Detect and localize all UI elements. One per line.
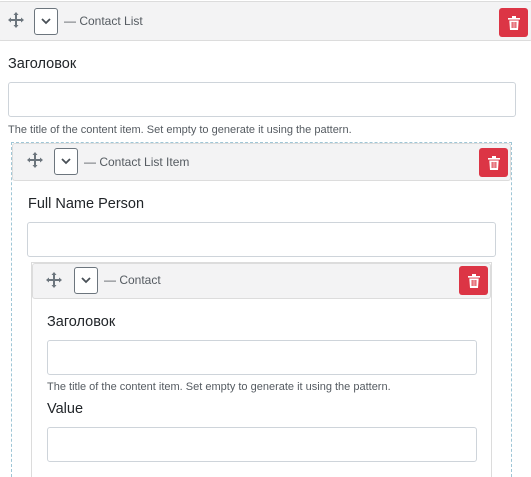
title-input[interactable] (47, 340, 477, 375)
trash-icon (487, 155, 500, 170)
trash-icon (467, 273, 480, 288)
chevron-down-icon (41, 18, 51, 25)
title-field-label: Заголовок (47, 314, 116, 330)
chevron-down-icon (61, 158, 71, 165)
full-name-input[interactable] (27, 222, 496, 257)
chevron-down-icon (81, 277, 91, 284)
delete-button[interactable] (459, 266, 488, 295)
value-field-label: Value (47, 401, 84, 417)
delete-button[interactable] (479, 148, 508, 177)
collapse-toggle-button[interactable] (34, 8, 58, 35)
collapse-toggle-button[interactable] (54, 148, 78, 175)
value-input[interactable] (47, 427, 477, 462)
title-field-label: Заголовок (8, 56, 77, 72)
trash-icon (507, 15, 520, 30)
contact-header (32, 263, 491, 299)
title-field-hint: The title of the content item. Set empty… (47, 381, 391, 393)
delete-button[interactable] (499, 8, 528, 37)
full-name-field-label: Full Name Person (28, 196, 145, 212)
title-field-hint: The title of the content item. Set empty… (8, 124, 352, 136)
move-icon[interactable] (27, 152, 43, 168)
collapse-toggle-button[interactable] (74, 267, 98, 294)
widget-title: — Contact List (64, 14, 143, 28)
move-icon[interactable] (8, 12, 24, 28)
widget-title: — Contact List Item (84, 155, 190, 169)
widget-title: — Contact (104, 273, 161, 287)
move-icon[interactable] (46, 272, 62, 288)
title-input[interactable] (8, 82, 516, 117)
